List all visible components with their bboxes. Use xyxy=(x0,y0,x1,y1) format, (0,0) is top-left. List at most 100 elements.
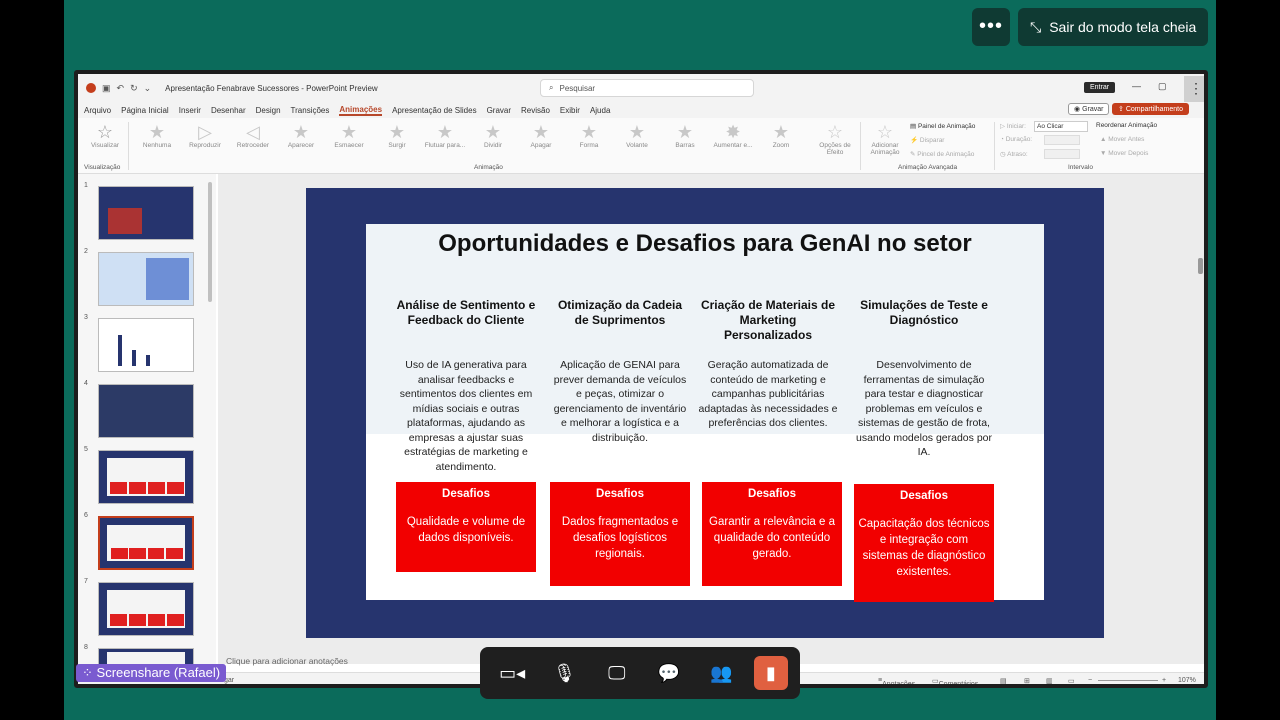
minimize-icon[interactable]: — xyxy=(1132,81,1141,91)
column-1[interactable]: Análise de Sentimento e Feedback do Clie… xyxy=(396,298,536,474)
trigger-button[interactable]: ⚡ Disparar xyxy=(910,136,944,144)
title-bar: ▣ ↶ ↻ ⌄ Apresentação Fenabrave Sucessore… xyxy=(78,74,1204,102)
slide-thumbnail[interactable] xyxy=(98,252,194,306)
maximize-icon[interactable]: ▢ xyxy=(1158,81,1167,92)
slideshow-icon[interactable]: ▭ xyxy=(1068,677,1075,684)
zoom-out-icon[interactable]: − xyxy=(1088,677,1092,684)
thumb-number: 2 xyxy=(84,248,88,255)
animation-shape[interactable]: ★ Forma xyxy=(566,122,612,149)
animation-wheel[interactable]: ★ Volante xyxy=(614,122,660,149)
comments-toggle[interactable]: ▭ Comentários xyxy=(932,677,978,684)
sorter-view-icon[interactable]: ⊞ xyxy=(1024,677,1030,684)
effect-options-button[interactable]: ☆ Opções de Efeito xyxy=(812,122,858,156)
thumb-number: 6 xyxy=(84,512,88,519)
challenge-box[interactable]: Desafios Capacitação dos técnicos e inte… xyxy=(854,484,994,602)
start-select[interactable]: Ao Clicar xyxy=(1034,121,1088,132)
leave-button[interactable]: ▮ xyxy=(753,656,788,690)
animation-pane-button[interactable]: ▤ Painel de Animação xyxy=(910,122,975,130)
menu-item[interactable]: Design xyxy=(256,106,281,115)
camera-button[interactable]: ▭◂ xyxy=(492,653,532,693)
microphone-button[interactable]: 🎙 xyxy=(544,653,584,693)
menu-item-animacoes[interactable]: Animações xyxy=(339,105,383,116)
menu-item[interactable]: Apresentação de Slides xyxy=(392,106,477,115)
divider xyxy=(860,122,861,170)
animation-bars[interactable]: ★ Barras xyxy=(662,122,708,149)
duration-input[interactable] xyxy=(1044,135,1080,145)
search-input[interactable]: ⌕ Pesquisar xyxy=(540,79,754,97)
share-screen-button[interactable]: 🖵 xyxy=(597,653,637,693)
menu-item[interactable]: Exibir xyxy=(560,106,580,115)
customize-icon[interactable]: ⌄ xyxy=(144,83,152,94)
animation-play[interactable]: ▷ Reproduzir xyxy=(182,122,228,149)
microphone-icon: 🎙 xyxy=(553,662,576,683)
column-4[interactable]: Simulações de Teste e Diagnóstico Desenv… xyxy=(854,298,994,460)
animation-fade[interactable]: ★ Esmaecer xyxy=(326,122,372,149)
column-2[interactable]: Otimização da Cadeia de Suprimentos Apli… xyxy=(550,298,690,445)
undo-icon[interactable]: ↶ xyxy=(117,83,125,94)
move-earlier-button[interactable]: ▲ Mover Antes xyxy=(1100,136,1144,143)
editor-scrollbar[interactable] xyxy=(1198,258,1203,274)
challenge-box[interactable]: Desafios Qualidade e volume de dados dis… xyxy=(396,482,536,572)
slide-editor: Oportunidades e Desafios para GenAI no s… xyxy=(218,174,1204,664)
animation-appear[interactable]: ★ Aparecer xyxy=(278,122,324,149)
animation-painter-button[interactable]: ✎ Pincel de Animação xyxy=(910,150,974,158)
slide-thumbnail[interactable] xyxy=(98,582,194,636)
advanced-group-label: Animação Avançada xyxy=(898,164,958,171)
menu-item[interactable]: Desenhar xyxy=(211,106,246,115)
challenge-title: Desafios xyxy=(900,490,948,502)
animation-zoom[interactable]: ★ Zoom xyxy=(758,122,804,149)
menu-item[interactable]: Transições xyxy=(291,106,330,115)
delay-input[interactable] xyxy=(1044,149,1080,159)
animation-group-label: Animação xyxy=(474,164,503,171)
column-heading: Criação de Materiais de Marketing Person… xyxy=(700,298,836,342)
signin-button[interactable]: Entrar xyxy=(1084,82,1116,93)
preview-button[interactable]: ☆ Visualizar xyxy=(82,122,128,149)
save-icon[interactable]: ▣ xyxy=(102,83,111,94)
zoom-in-icon[interactable]: + xyxy=(1162,677,1166,684)
zoom-level[interactable]: 107% xyxy=(1178,677,1196,684)
slide-thumbnail[interactable] xyxy=(98,186,194,240)
animation-wipe[interactable]: ★ Apagar xyxy=(518,122,564,149)
notes-placeholder[interactable]: Clique para adicionar anotações xyxy=(226,656,348,666)
menu-item[interactable]: Arquivo xyxy=(84,106,111,115)
column-3[interactable]: Criação de Materiais de Marketing Person… xyxy=(698,298,838,431)
thumbnails-scrollbar[interactable] xyxy=(208,182,212,302)
menu-item[interactable]: Revisão xyxy=(521,106,550,115)
exit-fullscreen-label: Sair do modo tela cheia xyxy=(1049,19,1197,35)
normal-view-icon[interactable]: ▤ xyxy=(1000,677,1007,684)
animation-grow[interactable]: ✸ Aumentar e... xyxy=(710,122,756,149)
slide-thumbnail[interactable] xyxy=(98,384,194,438)
star-icon: ☆ xyxy=(876,122,894,142)
more-options-button[interactable]: ••• xyxy=(972,8,1010,46)
slide-title[interactable]: Oportunidades e Desafios para GenAI no s… xyxy=(366,230,1044,258)
zoom-slider[interactable] xyxy=(1098,680,1158,681)
chat-button[interactable]: 💬 xyxy=(649,653,689,693)
slide-thumbnail-selected[interactable] xyxy=(98,516,194,570)
people-icon: 👥 xyxy=(710,662,733,683)
menu-item[interactable]: Gravar xyxy=(487,106,511,115)
reorder-label: Reordenar Animação xyxy=(1096,122,1158,129)
menu-item[interactable]: Inserir xyxy=(179,106,201,115)
column-body: Uso de IA generativa para analisar feedb… xyxy=(399,359,533,473)
exit-fullscreen-button[interactable]: ⤡ Sair do modo tela cheia xyxy=(1018,8,1208,46)
record-button[interactable]: ◉ Gravar xyxy=(1068,103,1110,115)
slide-thumbnail[interactable] xyxy=(98,450,194,504)
menu-item[interactable]: Ajuda xyxy=(590,106,610,115)
redo-icon[interactable]: ↻ xyxy=(130,83,138,94)
menu-item[interactable]: Página Inicial xyxy=(121,106,169,115)
animation-flyin[interactable]: ★ Surgir xyxy=(374,122,420,149)
animation-float[interactable]: ★ Flutuar para... xyxy=(422,122,468,149)
animation-rewind[interactable]: ◁ Retroceder xyxy=(230,122,276,149)
notes-toggle[interactable]: ≡ Anotações xyxy=(878,677,915,684)
animation-split[interactable]: ★ Dividir xyxy=(470,122,516,149)
add-animation-button[interactable]: ☆ Adicionar Animação xyxy=(862,122,908,156)
slide-thumbnail[interactable] xyxy=(98,318,194,372)
challenge-box[interactable]: Desafios Dados fragmentados e desafios l… xyxy=(550,482,690,586)
move-later-button[interactable]: ▼ Mover Depois xyxy=(1100,150,1148,157)
more-vertical-icon[interactable]: ⋮ xyxy=(1184,76,1204,102)
participants-button[interactable]: 👥 xyxy=(701,653,741,693)
share-button[interactable]: ⇪ Compartilhamento xyxy=(1112,103,1190,115)
reading-view-icon[interactable]: ▥ xyxy=(1046,677,1053,684)
challenge-box[interactable]: Desafios Garantir a relevância e a quali… xyxy=(702,482,842,586)
animation-none[interactable]: ★ Nenhuma xyxy=(134,122,180,149)
